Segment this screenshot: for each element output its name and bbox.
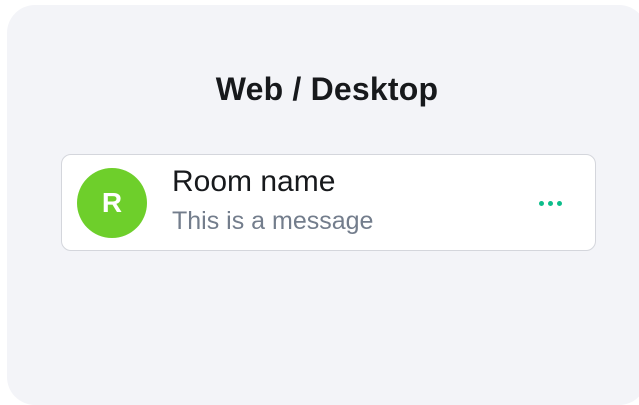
room-message-preview: This is a message <box>172 207 374 235</box>
more-horizontal-icon[interactable] <box>533 191 567 215</box>
menu-dot <box>538 200 544 206</box>
room-list-tile[interactable]: R Room name This is a message <box>61 154 596 251</box>
room-name: Room name <box>172 165 336 198</box>
avatar-initial: R <box>101 187 123 218</box>
preview-panel: Web / Desktop R Room name This is a mess… <box>7 5 639 405</box>
panel-title: Web / Desktop <box>215 71 439 107</box>
menu-dot <box>547 200 553 206</box>
room-avatar: R <box>77 168 147 238</box>
menu-dot <box>556 200 562 206</box>
